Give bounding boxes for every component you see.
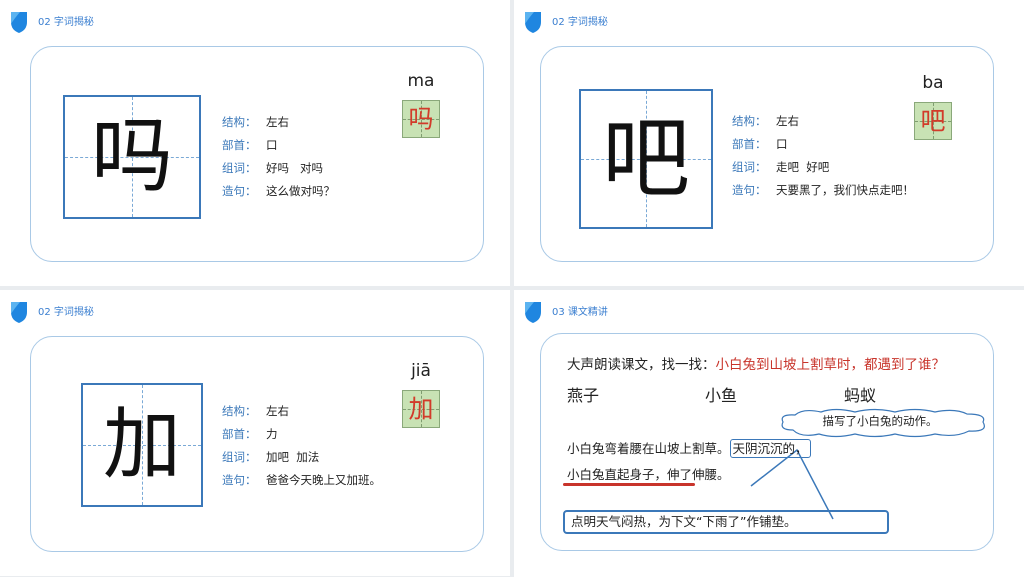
slide-jia: 02 字词揭秘 加 结构： 左右 部首： 力 组词： 加吧 加法 造句： 爸爸今天晚上又… [0,290,510,576]
line2-underlined: 小白兔直起身子， [567,467,668,482]
logo-icon [11,12,27,33]
pinyin: ba [922,73,944,93]
section-header: 02 字词揭秘 [38,307,94,318]
character-card: 加 结构： 左右 部首：力 组词： 加吧 加法 造句： 爸爸今天晚上又加班。 jiā … [30,336,484,552]
radical-value: 力 [266,427,278,441]
sentence-label: 造句： [222,184,257,198]
radical-label: 部首： [222,138,257,152]
line1-text: 小白兔弯着腰在山坡上割草。 [567,441,730,456]
small-character-tile: 吧 [914,102,952,140]
radical-value: 口 [266,138,278,152]
cloud-note: 描写了小白兔的动作。 [822,414,938,428]
words-value: 好吗 对吗 [266,161,323,175]
character-info: 结构： 左右 部首： 力 组词： 加吧 加法 造句： 爸爸今天晚上又加班。 [222,400,381,492]
sentence-label: 造句： [732,183,767,197]
big-character: 吧 [601,107,690,210]
option-fish: 小鱼 [705,386,738,405]
question-highlight: 小白兔到山坡上割草时，都遇到了谁？ [715,357,946,373]
text-line-1: 小白兔弯着腰在山坡上割草。 天阴沉沉的， [567,438,811,458]
slide-ma: 02 字词揭秘 吗 结构： 左右 部首： 口 组词： 好吗 对吗 造句： 这么做对吗？ … [0,0,510,286]
logo-icon [525,302,541,323]
section-header: 03 课文精讲 [552,307,608,318]
question-prefix: 大声朗读课文，找一找： [567,357,716,373]
small-character-tile: 吗 [402,100,440,138]
character-card: 吧 结构： 左右 部首： 口 组词： 走吧 好吧 造句： 天要黑了，我们快点走吧！ ba… [540,46,994,262]
character-grid: 吧 [579,89,713,229]
sentence-value: 爸爸今天晚上又加班。 [266,473,381,487]
text-line-2: 小白兔直起身子，伸了伸腰。 [567,464,730,483]
pinyin: jiā [411,361,431,381]
structure-label: 结构： [222,115,257,129]
words-label: 组词： [732,160,767,174]
small-character: 加 [408,394,434,424]
character-info: 结构： 左右 部首： 口 组词： 好吗 对吗 造句： 这么做对吗？ [222,111,335,203]
lesson-card: 大声朗读课文，找一找：小白兔到山坡上割草时，都遇到了谁？ 燕子 小鱼 蚂蚁 描写… [540,333,994,551]
sentence-label: 造句： [222,473,257,487]
words-label: 组词： [222,450,257,464]
big-character: 吗 [90,109,173,204]
section-header: 02 字词揭秘 [38,17,94,28]
small-character-tile: 加 [402,390,440,428]
structure-label: 结构： [732,114,767,128]
radical-label: 部首： [732,137,767,151]
line1-boxed: 天阴沉沉的， [729,439,811,458]
structure-label: 结构： [222,404,257,418]
sentence-value: 这么做对吗？ [266,184,335,198]
words-value: 走吧 好吧 [776,160,830,174]
structure-value: 左右 [776,114,799,128]
pinyin: ma [407,71,435,91]
option-ant: 蚂蚁 [844,386,877,405]
section-header: 02 字词揭秘 [552,17,608,28]
slide-ba: 02 字词揭秘 吧 结构： 左右 部首： 口 组词： 走吧 好吧 造句： 天要黑了，我们… [514,0,1024,286]
small-character: 吗 [408,104,434,134]
option-swallow: 燕子 [567,386,600,405]
callout-box: 点明天气闷热，为下文“下雨了”作铺垫。 [563,510,889,534]
structure-value: 左右 [266,115,289,129]
words-value: 加吧 加法 [266,450,320,464]
logo-icon [525,12,541,33]
big-character: 加 [102,400,181,490]
character-grid: 加 [81,383,203,507]
structure-value: 左右 [266,404,289,418]
character-card: 吗 结构： 左右 部首： 口 组词： 好吗 对吗 造句： 这么做对吗？ ma 吗 [30,46,484,262]
sentence-value: 天要黑了，我们快点走吧！ [776,183,914,197]
red-underline [563,483,695,486]
line2-text: 伸了伸腰。 [667,467,730,482]
radical-value: 口 [776,137,788,151]
radical-label: 部首： [222,427,257,441]
question: 大声朗读课文，找一找：小白兔到山坡上割草时，都遇到了谁？ [567,353,945,373]
words-label: 组词： [222,161,257,175]
slide-lesson: 03 课文精讲 大声朗读课文，找一找：小白兔到山坡上割草时，都遇到了谁？ 燕子 … [514,290,1024,577]
character-grid: 吗 [63,95,201,219]
character-info: 结构： 左右 部首： 口 组词： 走吧 好吧 造句： 天要黑了，我们快点走吧！ [732,110,914,202]
logo-icon [11,302,27,323]
small-character: 吧 [920,106,946,136]
